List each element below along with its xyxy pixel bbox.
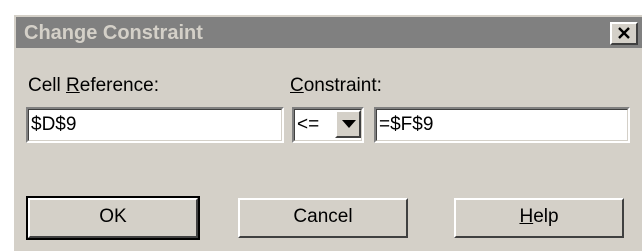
operator-dropdown-button[interactable]: [335, 110, 361, 138]
cell-reference-input[interactable]: $D$9: [26, 107, 284, 143]
close-icon: [618, 27, 630, 39]
cell-reference-label: Cell Reference:: [28, 75, 159, 96]
chevron-down-icon: [342, 120, 356, 128]
help-button[interactable]: Help: [454, 198, 624, 238]
ok-button[interactable]: OK: [26, 196, 200, 240]
close-button[interactable]: [610, 22, 638, 45]
change-constraint-dialog: Change Constraint Cell Reference: $D$9 C…: [12, 13, 642, 251]
constraint-label: Constraint:: [290, 75, 382, 96]
window-title: Change Constraint: [24, 22, 203, 44]
constraint-input[interactable]: =$F$9: [374, 107, 630, 143]
operator-value: <=: [297, 114, 320, 135]
cell-reference-value: $D$9: [31, 114, 77, 135]
title-bar[interactable]: Change Constraint: [16, 17, 642, 48]
constraint-value: =$F$9: [379, 114, 434, 135]
operator-select[interactable]: <=: [292, 107, 364, 143]
cancel-button[interactable]: Cancel: [238, 198, 408, 238]
